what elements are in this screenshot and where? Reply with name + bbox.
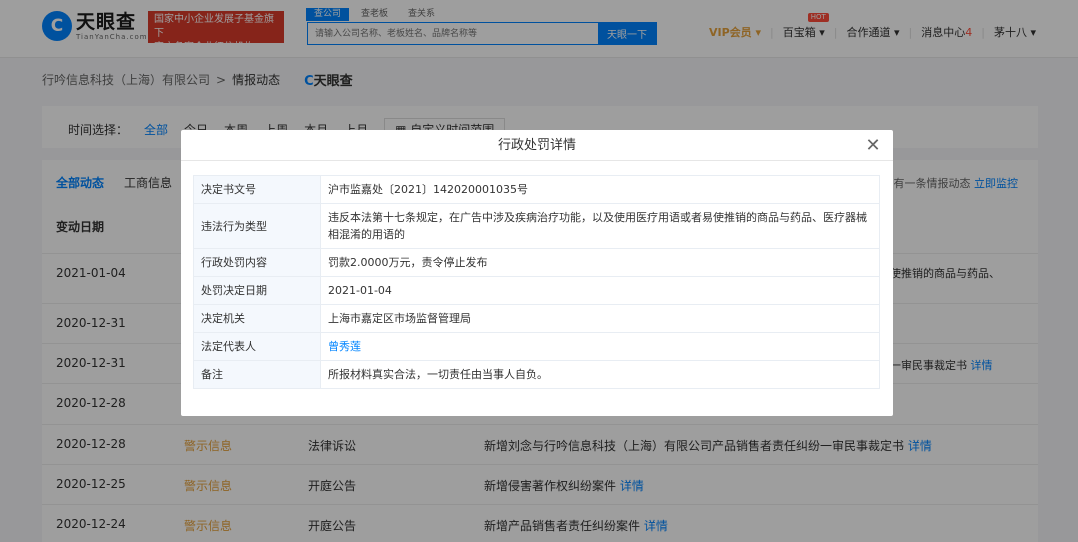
detail-value: 违反本法第十七条规定，在广告中涉及疾病治疗功能，以及使用医疗用语或者易使推销的商… <box>320 203 880 249</box>
detail-key: 决定书文号 <box>193 175 321 204</box>
detail-value: 罚款2.0000万元，责令停止发布 <box>320 248 880 277</box>
detail-key: 决定机关 <box>193 304 321 333</box>
detail-key: 处罚决定日期 <box>193 276 321 305</box>
detail-key: 违法行为类型 <box>193 203 321 249</box>
detail-row: 决定书文号 沪市监嘉处〔2021〕142020001035号 <box>193 175 880 204</box>
detail-row: 处罚决定日期 2021-01-04 <box>193 276 880 305</box>
penalty-detail-modal: 行政处罚详情 ✕ 决定书文号 沪市监嘉处〔2021〕142020001035号 … <box>181 130 893 416</box>
detail-value: 所报材料真实合法，一切责任由当事人自负。 <box>320 360 880 389</box>
modal-header: 行政处罚详情 ✕ <box>181 130 893 161</box>
modal-title: 行政处罚详情 <box>497 138 576 153</box>
detail-value: 2021-01-04 <box>320 276 880 305</box>
legal-representative-link[interactable]: 曾秀莲 <box>320 332 880 361</box>
penalty-detail-table: 决定书文号 沪市监嘉处〔2021〕142020001035号 违法行为类型 违反… <box>193 175 880 389</box>
detail-row: 法定代表人 曾秀莲 <box>193 332 880 361</box>
detail-key: 法定代表人 <box>193 332 321 361</box>
detail-key: 行政处罚内容 <box>193 248 321 277</box>
detail-value: 沪市监嘉处〔2021〕142020001035号 <box>320 175 880 204</box>
detail-row: 行政处罚内容 罚款2.0000万元，责令停止发布 <box>193 248 880 277</box>
detail-row: 备注 所报材料真实合法，一切责任由当事人自负。 <box>193 360 880 389</box>
close-icon[interactable]: ✕ <box>863 130 883 161</box>
detail-value: 上海市嘉定区市场监督管理局 <box>320 304 880 333</box>
detail-key: 备注 <box>193 360 321 389</box>
detail-row: 违法行为类型 违反本法第十七条规定，在广告中涉及疾病治疗功能，以及使用医疗用语或… <box>193 203 880 249</box>
detail-row: 决定机关 上海市嘉定区市场监督管理局 <box>193 304 880 333</box>
